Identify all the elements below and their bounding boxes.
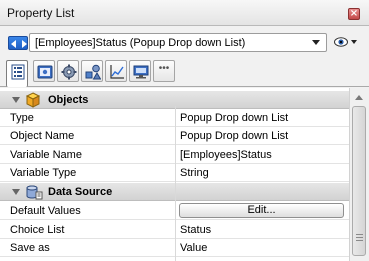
tab-list[interactable] xyxy=(6,60,28,87)
list-icon xyxy=(11,64,25,80)
monitor-icon xyxy=(133,65,149,79)
grip-line xyxy=(356,237,363,238)
grip-line xyxy=(356,234,363,235)
window-title: Property List xyxy=(7,6,75,20)
property-value[interactable]: Status xyxy=(180,224,211,236)
tab-graph[interactable] xyxy=(105,60,127,82)
tab-form[interactable] xyxy=(33,60,55,82)
property-name: Variable Type xyxy=(10,167,77,179)
nav-arrows-icon[interactable] xyxy=(8,36,28,50)
property-value[interactable]: Popup Drop down List xyxy=(180,112,288,124)
shapes-icon xyxy=(85,64,101,80)
object-select[interactable]: [Employees]Status (Popup Drop down List) xyxy=(29,33,327,52)
close-button[interactable]: × xyxy=(348,8,360,20)
grip-line xyxy=(356,240,363,241)
object-select-value: [Employees]Status (Popup Drop down List) xyxy=(35,37,246,49)
collapse-arrow-icon[interactable] xyxy=(12,189,20,195)
collapse-arrow-icon[interactable] xyxy=(12,97,20,103)
property-name: Default Values xyxy=(10,205,81,217)
tab-shapes[interactable] xyxy=(81,60,103,82)
section-label: Data Source xyxy=(48,186,113,198)
tab-monitor[interactable] xyxy=(129,60,151,82)
column-divider[interactable] xyxy=(175,106,176,261)
tab-bar xyxy=(0,56,369,87)
property-value[interactable]: Value xyxy=(180,242,207,254)
database-icon xyxy=(26,185,43,200)
property-value[interactable]: [Employees]Status xyxy=(180,149,272,161)
scroll-up-arrow-icon[interactable] xyxy=(355,95,363,100)
section-label: Objects xyxy=(48,94,89,106)
property-name: Type xyxy=(10,112,34,124)
tab-more[interactable]: ••• xyxy=(153,60,175,82)
gear-icon xyxy=(61,64,77,80)
title-bar: Property List × xyxy=(0,0,369,26)
property-value[interactable]: String xyxy=(180,167,209,179)
eye-icon xyxy=(334,37,357,47)
close-icon: × xyxy=(349,8,359,19)
property-value[interactable]: Popup Drop down List xyxy=(180,130,288,142)
property-name: Save as xyxy=(10,242,50,254)
property-name: Variable Name xyxy=(10,149,82,161)
eye-menu-button[interactable] xyxy=(334,35,358,49)
property-name: Choice List xyxy=(10,224,65,236)
edit-button[interactable]: Edit... xyxy=(179,203,344,218)
chevron-down-icon xyxy=(312,40,320,45)
cube-icon xyxy=(25,92,41,108)
form-icon xyxy=(37,65,53,79)
more-icon: ••• xyxy=(158,63,170,74)
property-name: Object Name xyxy=(10,130,75,142)
graph-icon xyxy=(110,65,124,79)
tab-gear[interactable] xyxy=(57,60,79,82)
